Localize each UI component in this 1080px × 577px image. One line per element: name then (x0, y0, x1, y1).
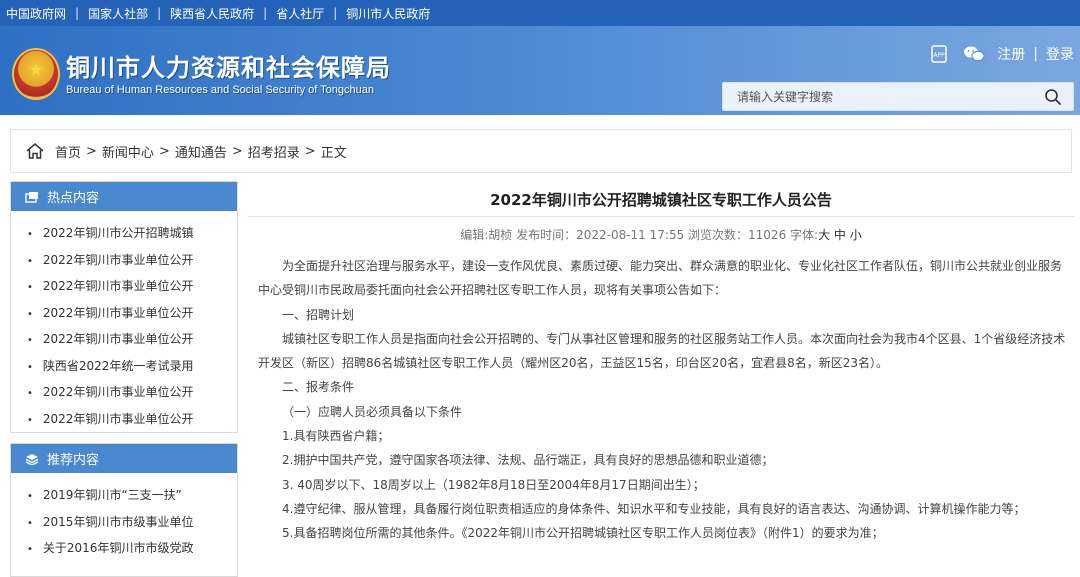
link-shaanxi-gov[interactable]: 陕西省人民政府 (170, 5, 254, 22)
breadcrumb-current: 正文 (320, 145, 347, 161)
article: 2022年铜川市公开招聘城镇社区专职工作人员公告 编辑:胡桢 发布时间：2022… (248, 181, 1074, 546)
hot-content-title: 热点内容 (47, 191, 100, 206)
list-item[interactable]: 2015年铜川市市级事业单位 (27, 510, 237, 537)
article-heading: 一、招聘计划 (282, 307, 355, 322)
article-paragraph: 5.具备招聘岗位所需的其他条件。《2022年铜川市公开招聘城镇社区专职工作人员岗… (282, 526, 884, 541)
article-heading: 二、报考条件 (282, 380, 355, 395)
list-item[interactable]: 关于2016年铜川市市级党政 (27, 536, 237, 563)
app-icon[interactable]: APP (929, 45, 949, 63)
article-title: 2022年铜川市公开招聘城镇社区专职工作人员公告 (248, 181, 1074, 217)
breadcrumb-separator: > (231, 143, 243, 159)
list-item[interactable]: 2022年铜川市事业单位公开 (27, 327, 237, 354)
breadcrumb-separator: > (158, 143, 170, 159)
breadcrumb: 首页 > 新闻中心 > 通知通告 > 招考招录 > 正文 (10, 129, 1072, 173)
recommended-content-title: 推荐内容 (47, 453, 100, 468)
breadcrumb-home[interactable]: 首页 (55, 142, 81, 161)
separator: | (333, 6, 338, 20)
separator: | (157, 6, 162, 20)
article-paragraph: 2.拥护中国共产党，遵守国家各项法律、法规、品行端正，具有良好的思想品德和职业道… (282, 453, 774, 468)
register-link[interactable]: 注册 (997, 44, 1025, 64)
site-subtitle: Bureau of Human Resources and Social Sec… (66, 84, 374, 96)
breadcrumb-recruitment[interactable]: 招考招录 (248, 142, 300, 161)
list-item[interactable]: 2022年铜川市事业单位公开 (27, 274, 237, 301)
recommended-content-panel: 推荐内容 2019年铜川市“三支一扶” 2015年铜川市市级事业单位 关于201… (10, 443, 238, 577)
separator: | (1033, 46, 1038, 62)
recommended-content-list: 2019年铜川市“三支一扶” 2015年铜川市市级事业单位 关于2016年铜川市… (11, 473, 237, 569)
list-item[interactable]: 2019年铜川市“三支一扶” (27, 483, 237, 510)
separator: | (263, 6, 268, 20)
article-paragraph: 1.具有陕西省户籍； (282, 429, 390, 444)
svg-text:APP: APP (934, 52, 946, 59)
hot-content-panel: 热点内容 2022年铜川市公开招聘城镇 2022年铜川市事业单位公开 2022年… (10, 181, 238, 433)
font-size-large-button[interactable]: 大 (818, 228, 830, 242)
layers-icon (25, 453, 39, 465)
hot-content-header: 热点内容 (11, 182, 237, 211)
breadcrumb-notices[interactable]: 通知通告 (175, 142, 227, 161)
breadcrumb-separator: > (304, 143, 316, 159)
breadcrumb-news[interactable]: 新闻中心 (102, 142, 154, 161)
list-item[interactable]: 2022年铜川市事业单位公开 (27, 248, 237, 275)
font-size-medium-button[interactable]: 中 (834, 228, 846, 242)
breadcrumb-separator: > (86, 143, 97, 159)
article-paragraph: 3. 40周岁以下、18周岁以上（1982年8月18日至2004年8月17日期间… (282, 477, 705, 492)
article-paragraph: 为全面提升社区治理与服务水平，建设一支作风优良、素质过硬、能力突出、群众满意的职… (258, 259, 1063, 298)
home-icon (26, 143, 44, 159)
national-emblem-logo (12, 48, 60, 100)
link-mohrss[interactable]: 国家人社部 (88, 5, 148, 22)
wechat-icon[interactable] (963, 45, 985, 63)
list-item[interactable]: 陕西省2022年统一考试录用 (27, 354, 237, 381)
search-input[interactable] (723, 83, 1033, 110)
link-gov-cn[interactable]: 中国政府网 (6, 5, 66, 22)
article-body: 为全面提升社区治理与服务水平，建设一支作风优良、素质过硬、能力突出、群众满意的职… (248, 254, 1074, 546)
article-meta: 编辑:胡桢 发布时间：2022-08-11 17:55 浏览次数：11026 字… (248, 226, 1074, 246)
article-paragraph: 城镇社区专职工作人员是指面向社会公开招聘的、专门从事社区管理和服务的社区服务站工… (258, 331, 1066, 371)
top-link-bar: 中国政府网 | 国家人社部 | 陕西省人民政府 | 省人社厅 | 铜川市人民政府 (0, 0, 1080, 26)
separator: | (75, 6, 80, 20)
search-box (722, 82, 1074, 111)
link-tongchuan-gov[interactable]: 铜川市人民政府 (346, 5, 430, 22)
search-icon[interactable] (1033, 83, 1073, 110)
list-item[interactable]: 2022年铜川市事业单位公开 (27, 380, 237, 407)
header-tools: APP 注册 | 登录 (929, 44, 1074, 64)
recommended-content-header: 推荐内容 (11, 444, 237, 473)
hot-content-icon (25, 191, 38, 203)
site-title[interactable]: 铜川市人力资源和社会保障局 (66, 48, 391, 83)
link-provincial-hrss[interactable]: 省人社厅 (276, 5, 324, 22)
article-subheading: （一）应聘人员必须具备以下条件 (282, 404, 463, 419)
list-item[interactable]: 2022年铜川市事业单位公开 (27, 407, 237, 434)
hot-content-list: 2022年铜川市公开招聘城镇 2022年铜川市事业单位公开 2022年铜川市事业… (11, 211, 237, 439)
article-meta-text: 编辑:胡桢 发布时间：2022-08-11 17:55 浏览次数：11026 字… (460, 228, 819, 242)
login-link[interactable]: 登录 (1046, 44, 1074, 64)
font-size-small-button[interactable]: 小 (850, 228, 862, 242)
article-paragraph: 4.遵守纪律、服从管理，具备履行岗位职责相适应的身体条件、知识水平和专业技能，具… (282, 501, 1026, 516)
list-item[interactable]: 2022年铜川市公开招聘城镇 (27, 221, 237, 248)
list-item[interactable]: 2022年铜川市事业单位公开 (27, 301, 237, 328)
